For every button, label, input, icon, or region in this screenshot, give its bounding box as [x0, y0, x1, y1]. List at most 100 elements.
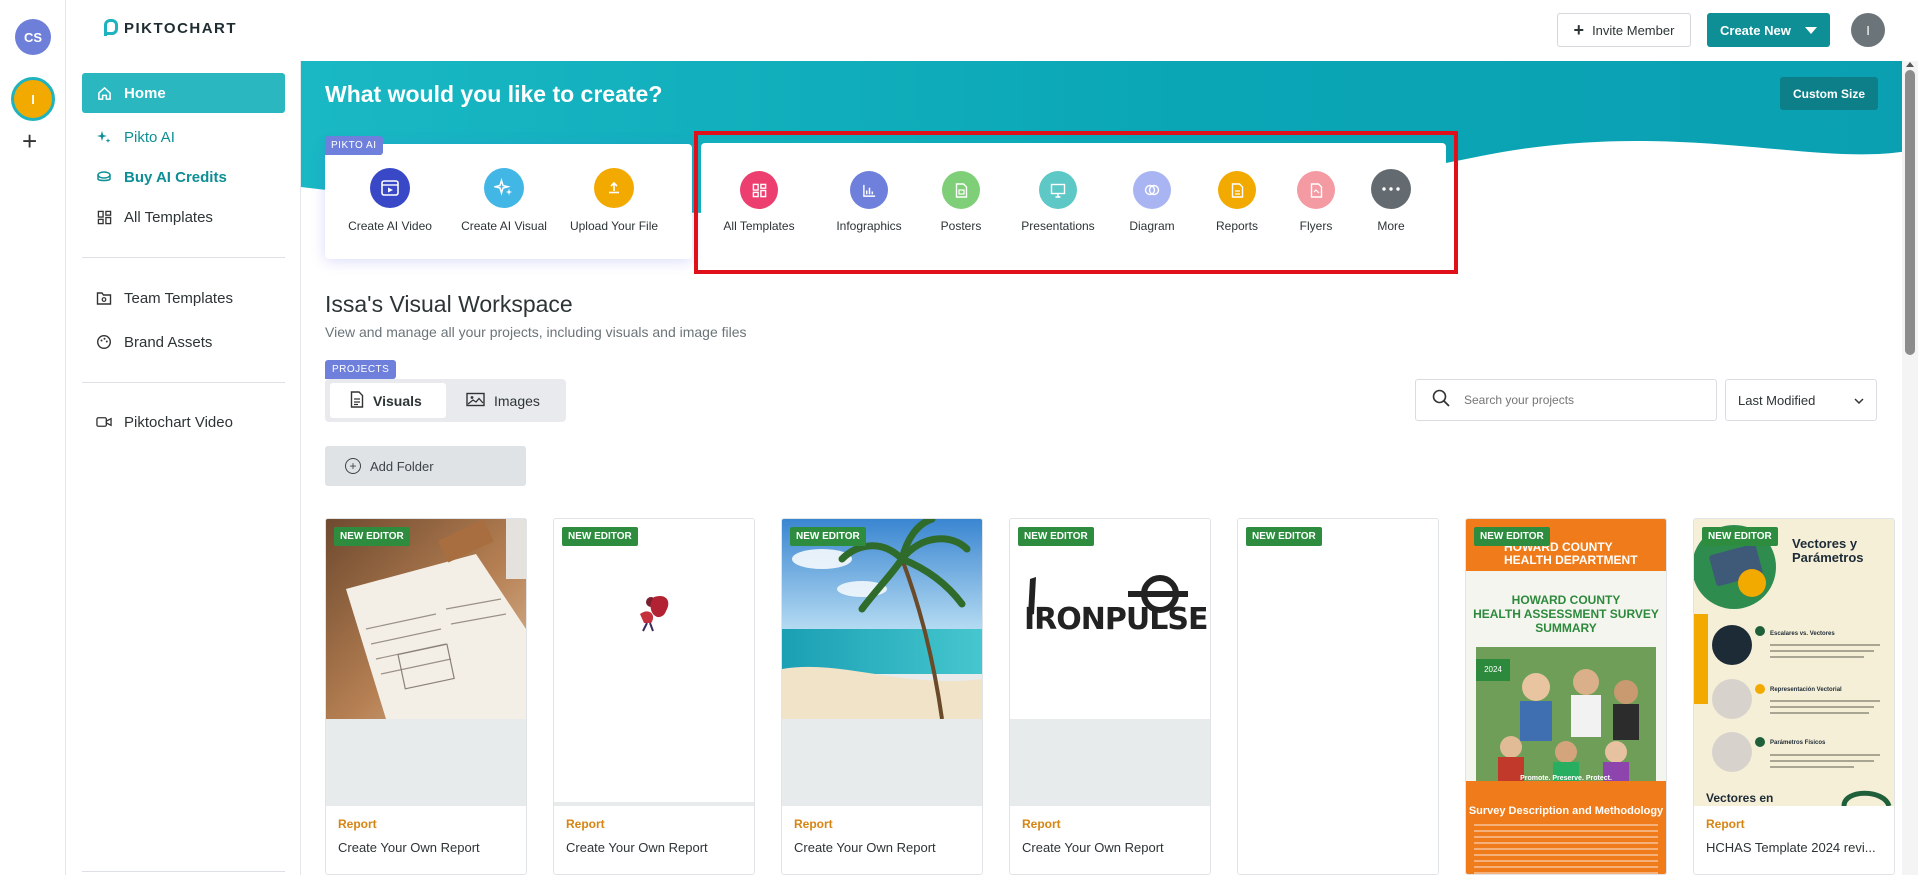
sidebar-item-label: All Templates	[124, 208, 213, 226]
scroll-up-arrow-icon[interactable]	[1906, 62, 1914, 67]
card-type: Report	[1706, 817, 1745, 831]
project-thumbnail	[326, 519, 526, 806]
create-new-label: Create New	[1720, 22, 1791, 38]
team-folder-icon	[96, 290, 112, 306]
card-type: Report	[566, 817, 605, 831]
add-folder-button[interactable]: + Add Folder	[325, 446, 526, 486]
new-editor-badge: NEW EDITOR	[1246, 527, 1322, 546]
new-editor-badge: NEW EDITOR	[1702, 527, 1778, 546]
projects-badge: PROJECTS	[325, 360, 397, 379]
tab-visuals[interactable]: Visuals	[330, 383, 446, 418]
upload-icon	[594, 168, 634, 208]
create-ai-visual-tile[interactable]: Create AI Visual	[449, 168, 559, 233]
category-all-templates[interactable]: All Templates	[711, 171, 807, 233]
sidebar-item-all-templates[interactable]: All Templates	[82, 197, 285, 237]
thumbnail-title: Vectores y Parámetros	[1792, 536, 1864, 565]
thumbnail-item-1: Escalares vs. Vectores	[1770, 631, 1835, 637]
category-label: All Templates	[723, 219, 795, 233]
category-presentations[interactable]: Presentations	[1010, 171, 1106, 233]
create-ai-visual-label: Create AI Visual	[461, 219, 547, 233]
add-circle-icon: +	[345, 458, 361, 474]
project-card[interactable]: NEW EDITOR Report Create Your Own Report	[325, 518, 527, 875]
project-card[interactable]: NEW EDITOR Report Create Your Own Report	[553, 518, 755, 875]
create-ai-video-tile[interactable]: Create AI Video	[335, 168, 445, 233]
invite-member-label: Invite Member	[1592, 22, 1675, 38]
poster-icon	[942, 171, 980, 209]
sidebar-item-buy-ai-credits[interactable]: Buy AI Credits	[82, 157, 285, 197]
thumbnail-logo-text: IRONPULSE	[1024, 602, 1208, 637]
category-label: Reports	[1215, 219, 1259, 233]
category-label: Diagram	[1129, 219, 1175, 233]
sparkle-icon	[484, 168, 524, 208]
templates-grid-icon	[740, 171, 778, 209]
search-projects-box	[1415, 379, 1717, 421]
logo-text: PIKTOCHART	[124, 19, 238, 37]
home-icon	[96, 85, 112, 101]
search-input[interactable]	[1464, 393, 1694, 407]
card-title: Create Your Own Report	[1022, 840, 1164, 855]
category-diagram[interactable]: Diagram	[1104, 171, 1200, 233]
project-card[interactable]: NEW EDITOR Report Create Your Own Report	[781, 518, 983, 875]
sidebar-item-pikto-ai[interactable]: Pikto AI	[82, 117, 285, 157]
page-scrollbar[interactable]	[1902, 61, 1918, 875]
workspace-avatar-cs[interactable]: CS	[15, 19, 51, 55]
card-title: Create Your Own Report	[338, 840, 480, 855]
image-icon	[466, 392, 485, 410]
project-card[interactable]: NEW EDITOR	[1237, 518, 1439, 875]
project-card[interactable]: Vectores y Parámetros Escalares vs. Vect…	[1693, 518, 1895, 875]
card-title: Create Your Own Report	[794, 840, 936, 855]
new-editor-badge: NEW EDITOR	[334, 527, 410, 546]
thumbnail-item-3: Parámetros Físicos	[1770, 740, 1826, 746]
scrollbar-thumb[interactable]	[1905, 70, 1915, 355]
sidebar-divider	[82, 257, 285, 258]
category-posters[interactable]: Posters	[913, 171, 1009, 233]
project-thumbnail: Vectores y Parámetros Escalares vs. Vect…	[1694, 519, 1894, 806]
project-card[interactable]: HOWARD COUNTY HEALTH DEPARTMENT HOWARD C…	[1465, 518, 1667, 875]
document-icon	[350, 390, 364, 411]
sidebar-item-brand-assets[interactable]: Brand Assets	[82, 322, 285, 362]
chevron-down-icon	[1854, 393, 1864, 408]
sort-select[interactable]: Last Modified	[1725, 379, 1877, 421]
piktochart-logo[interactable]: PIKTOCHART	[102, 19, 237, 37]
report-icon	[1218, 171, 1256, 209]
tab-visuals-label: Visuals	[373, 392, 422, 409]
project-card[interactable]: IRONPULSE NEW EDITOR Report Create Your …	[1009, 518, 1211, 875]
user-avatar[interactable]: I	[1851, 13, 1885, 47]
category-infographics[interactable]: Infographics	[821, 171, 917, 233]
palette-icon	[96, 334, 112, 350]
invite-member-button[interactable]: + Invite Member	[1557, 13, 1691, 47]
thumbnail-section: Survey Description and Methodology	[1468, 805, 1664, 817]
workspace-rail: CS I +	[0, 0, 66, 875]
sidebar-item-label: Piktochart Video	[124, 413, 233, 431]
card-title: Create Your Own Report	[566, 840, 708, 855]
sidebar-item-home[interactable]: Home	[82, 73, 285, 113]
presentation-icon	[1039, 171, 1077, 209]
sidebar-item-team-templates[interactable]: Team Templates	[82, 278, 285, 318]
workspace-avatar-active[interactable]: I	[11, 77, 55, 121]
more-dots-icon	[1371, 169, 1411, 209]
plus-icon: +	[1573, 20, 1585, 40]
sidebar-item-label: Team Templates	[124, 289, 233, 307]
ai-video-icon	[370, 168, 410, 208]
card-type: Report	[794, 817, 833, 831]
card-title: HCHAS Template 2024 revi...	[1706, 840, 1876, 855]
project-thumbnail	[1238, 519, 1438, 874]
custom-size-button[interactable]: Custom Size	[1780, 77, 1878, 110]
coins-icon	[96, 169, 112, 185]
create-new-button[interactable]: Create New	[1707, 13, 1830, 47]
sparkle-icon	[96, 129, 112, 145]
add-workspace-icon[interactable]: +	[22, 128, 37, 154]
sidebar-divider	[82, 871, 285, 872]
card-type: Report	[338, 817, 377, 831]
tab-images-label: Images	[494, 392, 540, 409]
diagram-icon	[1133, 171, 1171, 209]
piktochart-logo-icon	[102, 19, 118, 37]
upload-file-tile[interactable]: Upload Your File	[559, 168, 669, 233]
templates-grid-icon	[96, 209, 112, 225]
sidebar-item-piktochart-video[interactable]: Piktochart Video	[82, 402, 285, 442]
add-folder-label: Add Folder	[370, 458, 434, 474]
tab-images[interactable]: Images	[466, 383, 566, 418]
flyer-icon	[1297, 171, 1335, 209]
sidebar-item-label: Pikto AI	[124, 128, 175, 146]
category-more[interactable]: More	[1343, 169, 1439, 233]
